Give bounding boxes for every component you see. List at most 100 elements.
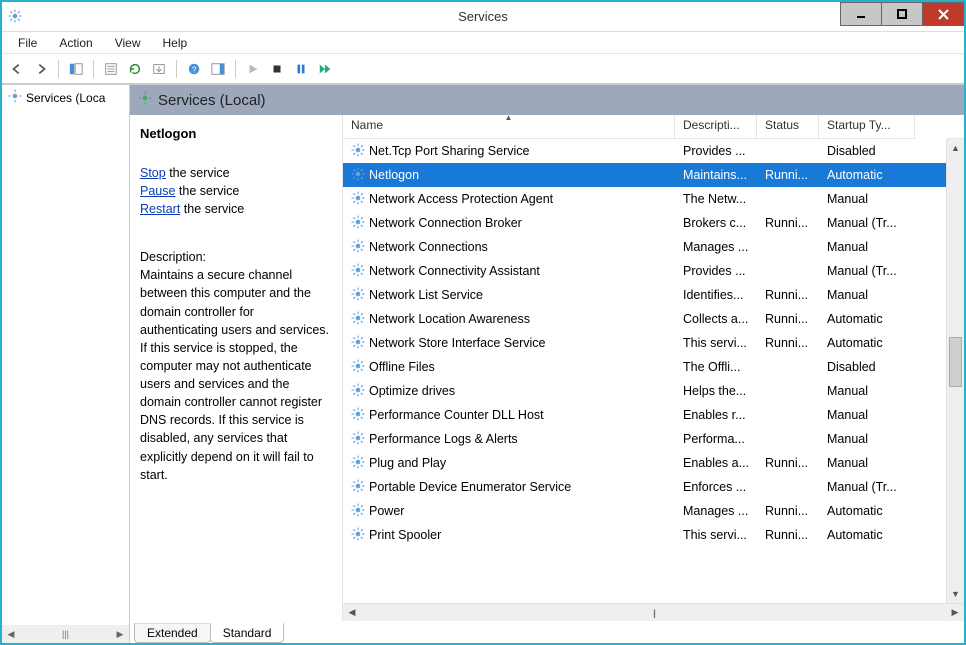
- restart-service-icon[interactable]: [314, 58, 336, 80]
- menu-help[interactable]: Help: [153, 34, 198, 52]
- gear-icon: [351, 191, 365, 208]
- service-desc-cell: Manages ...: [675, 240, 757, 254]
- service-name-cell: Performance Logs & Alerts: [343, 431, 675, 448]
- scrollbar-thumb[interactable]: [949, 337, 962, 387]
- maximize-button[interactable]: [881, 2, 923, 26]
- stop-service-icon[interactable]: [266, 58, 288, 80]
- stop-service-link[interactable]: Stop: [140, 166, 166, 180]
- menu-view[interactable]: View: [105, 34, 151, 52]
- service-desc-cell: Provides ...: [675, 144, 757, 158]
- service-name-text: Print Spooler: [369, 528, 441, 542]
- service-row[interactable]: Network Connections Manages ... Manual: [343, 235, 946, 259]
- description-text: Maintains a secure channel between this …: [140, 266, 330, 484]
- service-startup-cell: Manual: [819, 408, 915, 422]
- service-startup-cell: Manual (Tr...: [819, 480, 915, 494]
- service-row[interactable]: Network List ServiceIdentifies...Runni..…: [343, 283, 946, 307]
- service-startup-cell: Disabled: [819, 144, 915, 158]
- service-name-text: Power: [369, 504, 404, 518]
- horizontal-scrollbar[interactable]: ◀ ||| ▶: [343, 603, 964, 621]
- show-hide-tree-icon[interactable]: [65, 58, 87, 80]
- service-startup-cell: Manual: [819, 384, 915, 398]
- service-desc-cell: Provides ...: [675, 264, 757, 278]
- service-status-cell: Runni...: [757, 216, 819, 230]
- scroll-right-icon[interactable]: ▶: [946, 607, 964, 618]
- gear-icon: [351, 455, 365, 472]
- service-row[interactable]: Portable Device Enumerator ServiceEnforc…: [343, 475, 946, 499]
- menubar: File Action View Help: [2, 32, 964, 54]
- service-name-cell: Portable Device Enumerator Service: [343, 479, 675, 496]
- refresh-icon[interactable]: [124, 58, 146, 80]
- menu-action[interactable]: Action: [49, 34, 102, 52]
- pane-header: Services (Local): [130, 85, 964, 115]
- service-desc-cell: Performa...: [675, 432, 757, 446]
- column-status[interactable]: Status: [757, 115, 819, 139]
- minimize-button[interactable]: [840, 2, 882, 26]
- scroll-up-icon[interactable]: ▲: [951, 139, 960, 157]
- service-desc-cell: This servi...: [675, 336, 757, 350]
- service-startup-cell: Automatic: [819, 168, 915, 182]
- service-status-cell: Runni...: [757, 456, 819, 470]
- service-row[interactable]: Offline FilesThe Offli...Disabled: [343, 355, 946, 379]
- gear-icon: [351, 335, 365, 352]
- menu-file[interactable]: File: [8, 34, 47, 52]
- left-horizontal-scrollbar[interactable]: ◀ ||| ▶: [2, 625, 129, 643]
- service-name-text: Network Connectivity Assistant: [369, 264, 540, 278]
- service-name-cell: Netlogon: [343, 167, 675, 184]
- service-row[interactable]: Performance Counter DLL HostEnables r...…: [343, 403, 946, 427]
- service-startup-cell: Manual (Tr...: [819, 264, 915, 278]
- service-desc-cell: This servi...: [675, 528, 757, 542]
- service-startup-cell: Manual: [819, 192, 915, 206]
- help-icon[interactable]: ?: [183, 58, 205, 80]
- service-row[interactable]: Network Connectivity Assistant Provides .…: [343, 259, 946, 283]
- service-startup-cell: Disabled: [819, 360, 915, 374]
- service-row[interactable]: Plug and PlayEnables a...Runni...Manual: [343, 451, 946, 475]
- show-hide-action-pane-icon[interactable]: [207, 58, 229, 80]
- service-row[interactable]: Net.Tcp Port Sharing ServiceProvides ...…: [343, 139, 946, 163]
- service-name-cell: Network Connections: [343, 239, 675, 256]
- description-label: Description:: [140, 248, 330, 266]
- scroll-down-icon[interactable]: ▼: [951, 585, 960, 603]
- restart-suffix: the service: [180, 202, 244, 216]
- column-startup-type[interactable]: Startup Ty...: [819, 115, 915, 139]
- gear-icon: [351, 383, 365, 400]
- gear-icon: [351, 431, 365, 448]
- tab-standard[interactable]: Standard: [210, 623, 285, 643]
- service-name-cell: Power: [343, 503, 675, 520]
- restart-service-link[interactable]: Restart: [140, 202, 180, 216]
- service-name-cell: Plug and Play: [343, 455, 675, 472]
- service-desc-cell: Helps the...: [675, 384, 757, 398]
- tree-root-services-local[interactable]: Services (Loca: [2, 85, 129, 110]
- start-service-icon[interactable]: [242, 58, 264, 80]
- service-name-text: Performance Logs & Alerts: [369, 432, 518, 446]
- service-startup-cell: Manual: [819, 240, 915, 254]
- pause-suffix: the service: [175, 184, 239, 198]
- service-row[interactable]: Network Location AwarenessCollects a...R…: [343, 307, 946, 331]
- service-row[interactable]: Network Access Protection AgentThe Netw.…: [343, 187, 946, 211]
- pause-service-icon[interactable]: [290, 58, 312, 80]
- service-name-text: Network Connection Broker: [369, 216, 522, 230]
- service-row[interactable]: Network Store Interface ServiceThis serv…: [343, 331, 946, 355]
- properties-icon[interactable]: [100, 58, 122, 80]
- service-row[interactable]: PowerManages ...Runni...Automatic: [343, 499, 946, 523]
- scroll-left-icon[interactable]: ◀: [343, 607, 361, 618]
- service-row[interactable]: Network Connection BrokerBrokers c...Run…: [343, 211, 946, 235]
- close-button[interactable]: [922, 2, 964, 26]
- service-row[interactable]: Print SpoolerThis servi...Runni...Automa…: [343, 523, 946, 547]
- forward-arrow-icon[interactable]: [30, 58, 52, 80]
- svg-text:?: ?: [192, 65, 197, 74]
- gear-icon: [351, 215, 365, 232]
- export-list-icon[interactable]: [148, 58, 170, 80]
- scroll-header-spacer: [946, 115, 964, 139]
- service-row[interactable]: NetlogonMaintains...Runni...Automatic: [343, 163, 946, 187]
- pause-service-link[interactable]: Pause: [140, 184, 175, 198]
- tab-extended[interactable]: Extended: [134, 623, 211, 643]
- service-row[interactable]: Optimize drivesHelps the...Manual: [343, 379, 946, 403]
- service-row[interactable]: Performance Logs & AlertsPerforma...Manu…: [343, 427, 946, 451]
- column-name[interactable]: Name▲: [343, 115, 675, 139]
- column-description[interactable]: Descripti...: [675, 115, 757, 139]
- service-name-text: Network Connections: [369, 240, 488, 254]
- back-arrow-icon[interactable]: [6, 58, 28, 80]
- vertical-scrollbar[interactable]: ▲ ▼: [946, 139, 964, 603]
- gear-icon: [351, 407, 365, 424]
- service-desc-cell: Manages ...: [675, 504, 757, 518]
